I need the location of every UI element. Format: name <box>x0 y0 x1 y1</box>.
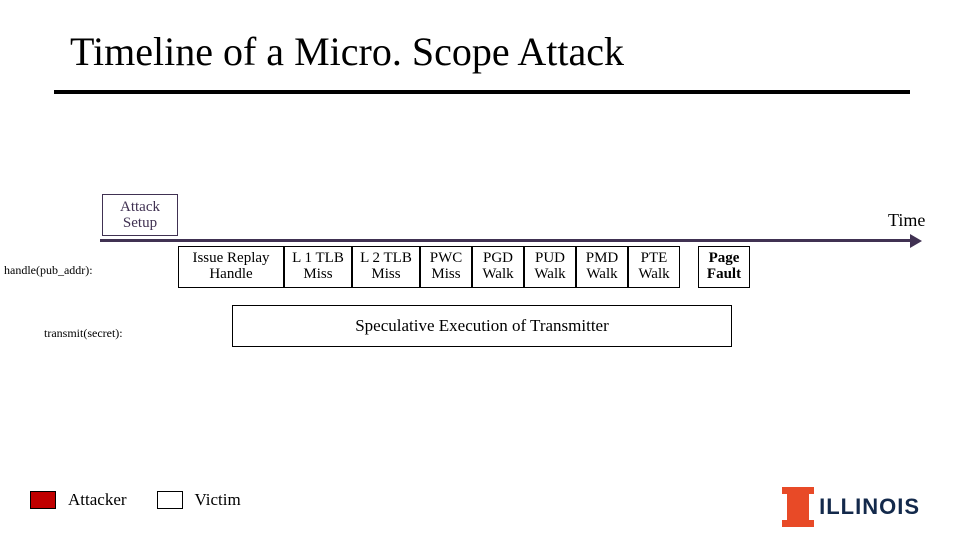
speculative-execution-box: Speculative Execution of Transmitter <box>232 305 732 347</box>
cell-pud-walk: PUD Walk <box>524 246 576 288</box>
legend-label-victim: Victim <box>195 490 241 510</box>
legend-swatch-attacker-icon <box>30 491 56 509</box>
cell-pwc-miss: PWC Miss <box>420 246 472 288</box>
illinois-logo: ILLINOIS <box>787 492 920 522</box>
title-underline <box>54 90 910 94</box>
cell-pmd-walk: PMD Walk <box>576 246 628 288</box>
cell-issue-replay-handle: Issue Replay Handle <box>178 246 284 288</box>
time-axis-label: Time <box>888 210 925 231</box>
row-label-handle: handle(pub_addr): <box>4 263 93 278</box>
cell-pgd-walk: PGD Walk <box>472 246 524 288</box>
cell-l2-tlb-miss: L 2 TLB Miss <box>352 246 420 288</box>
slide-title: Timeline of a Micro. Scope Attack <box>70 28 624 75</box>
cell-page-fault: Page Fault <box>698 246 750 288</box>
illinois-wordmark: ILLINOIS <box>819 494 920 520</box>
handle-timeline-row: Issue Replay Handle L 1 TLB Miss L 2 TLB… <box>178 246 750 288</box>
slide: Timeline of a Micro. Scope Attack Attack… <box>0 0 960 540</box>
illinois-block-i-icon <box>787 492 809 522</box>
legend-label-attacker: Attacker <box>68 490 127 510</box>
row-label-transmit: transmit(secret): <box>44 326 123 341</box>
cell-gap <box>680 246 698 288</box>
legend-swatch-victim-icon <box>157 491 183 509</box>
legend: Attacker Victim <box>30 490 259 510</box>
cell-l1-tlb-miss: L 1 TLB Miss <box>284 246 352 288</box>
attack-setup-box: Attack Setup <box>102 194 178 236</box>
cell-pte-walk: PTE Walk <box>628 246 680 288</box>
arrow-head-icon <box>910 234 922 248</box>
arrow-shaft <box>100 239 910 242</box>
